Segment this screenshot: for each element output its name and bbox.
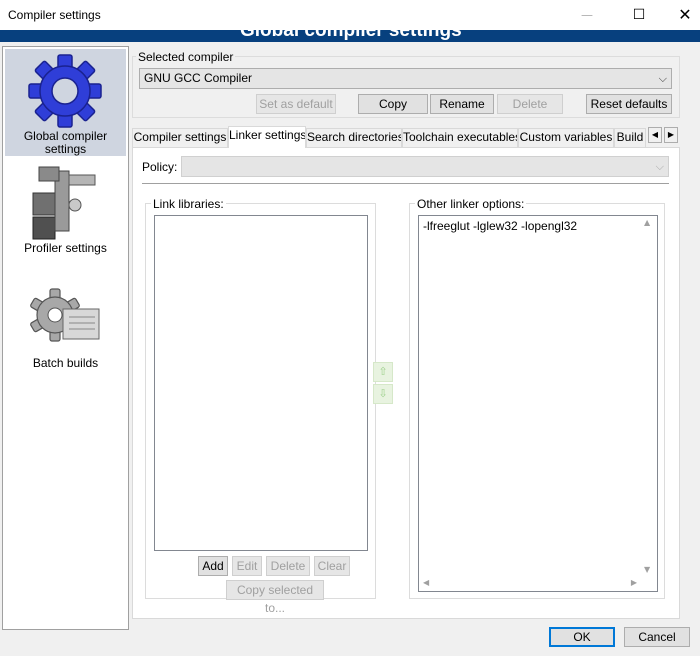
copy-button[interactable]: Copy [358,94,428,114]
delete-library-button[interactable]: Delete [266,556,310,576]
tab-compiler-settings[interactable]: Compiler settings [132,128,228,147]
link-libraries-list[interactable] [154,215,368,551]
cancel-button[interactable]: Cancel [624,627,690,647]
gear-icon [28,54,102,128]
maximize-button[interactable]: ☐ [616,0,662,30]
chevron-down-icon: ⌵ [655,160,664,173]
move-down-button[interactable]: ⇩ [373,384,393,404]
settings-category-list: Global compiler settings Profiler settin… [2,46,129,630]
arrow-up-icon: ⇧ [378,365,388,378]
link-libraries-label: Link libraries: [151,197,226,211]
scroll-left-icon[interactable]: ◀ [423,578,429,587]
linker-settings-page: Policy: ⌵ Link libraries: Add Edit Delet… [132,147,680,619]
tab-linker-settings[interactable]: Linker settings [228,126,306,148]
policy-select[interactable]: ⌵ [181,156,669,177]
edit-library-button[interactable]: Edit [232,556,262,576]
compiler-select-value: GNU GCC Compiler [144,71,253,85]
sidebar-item-label: Batch builds [32,356,99,370]
tab-toolchain-executables[interactable]: Toolchain executables [402,128,518,147]
horizontal-scrollbar[interactable]: ◀ ▶ [419,575,641,591]
scroll-right-icon[interactable]: ▶ [631,578,637,587]
title-bar: Compiler settings — ☐ ✕ [0,0,700,30]
tab-search-directories[interactable]: Search directories [306,128,402,147]
scroll-up-icon[interactable]: ▲ [644,218,650,227]
delete-compiler-button[interactable]: Delete [497,94,563,114]
compiler-select[interactable]: GNU GCC Compiler ⌵ [139,68,672,89]
policy-label: Policy: [142,160,178,174]
other-linker-options-label: Other linker options: [415,197,527,211]
batch-builds-icon [30,288,100,342]
sidebar-item-batch-builds[interactable]: Batch builds [5,277,126,377]
minimize-button[interactable]: — [564,0,610,30]
add-library-button[interactable]: Add [198,556,228,576]
scroll-down-icon[interactable]: ▼ [644,565,650,574]
copy-selected-to-button[interactable]: Copy selected to... [226,580,324,615]
reset-defaults-button[interactable]: Reset defaults [586,94,672,114]
rename-button[interactable]: Rename [430,94,494,114]
tab-custom-variables[interactable]: Custom variables [518,128,614,147]
selected-compiler-label: Selected compiler [136,50,236,64]
vertical-scrollbar[interactable]: ▲ ▼ [641,216,657,576]
move-up-button[interactable]: ⇧ [373,362,393,382]
settings-tabs: Compiler settings Linker settings Search… [132,126,680,148]
clear-libraries-button[interactable]: Clear [314,556,350,576]
sidebar-item-label: Profiler settings [24,241,107,255]
banner-title: Global compiler settings [240,30,462,41]
tab-scroll-right-button[interactable]: ▶ [664,127,678,143]
profiler-icon [32,166,96,240]
header-banner: Global compiler settings [0,30,700,42]
sidebar-item-global-compiler[interactable]: Global compiler settings [5,49,126,156]
chevron-down-icon: ⌵ [658,72,667,85]
other-linker-options-value: -lfreeglut -lglew32 -lopengl32 [423,219,578,233]
other-linker-options-textarea[interactable]: -lfreeglut -lglew32 -lopengl32 ▲ ▼ ◀ ▶ [418,215,658,592]
window-title: Compiler settings [8,8,101,22]
ok-button[interactable]: OK [549,627,615,647]
close-button[interactable]: ✕ [662,0,700,30]
sidebar-item-profiler[interactable]: Profiler settings [5,161,126,261]
arrow-down-icon: ⇩ [378,387,388,400]
tab-build[interactable]: Build [614,128,646,147]
sidebar-item-label-line2: settings [44,142,87,156]
separator [142,183,669,184]
tab-scroll-left-button[interactable]: ◀ [648,127,662,143]
set-as-default-button[interactable]: Set as default [256,94,336,114]
